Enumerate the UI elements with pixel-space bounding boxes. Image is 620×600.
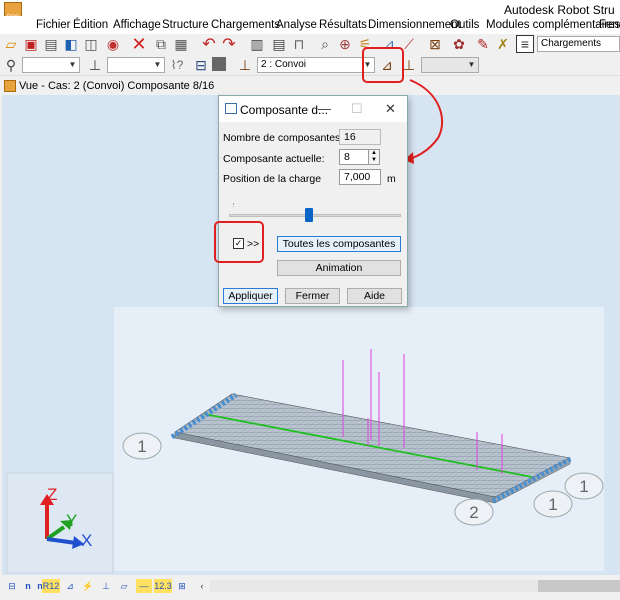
menu-structure[interactable]: Structure bbox=[162, 19, 209, 31]
component-spinner[interactable]: ▲ ▼ bbox=[368, 149, 380, 165]
close-button[interactable]: Fermer bbox=[285, 288, 340, 304]
menu-chargements[interactable]: Chargements bbox=[211, 19, 280, 31]
selection-toolbar: ⚲ ▼ ⊥ ▼ ⌇? ⊟ ⊥ 2 : Convoi ▼ ⊿ ⊥ ▼ bbox=[0, 54, 620, 76]
annotation-box-checkbox bbox=[214, 221, 264, 263]
menu-analyse[interactable]: Analyse bbox=[276, 19, 317, 31]
sections-icon[interactable]: ⊥ bbox=[98, 579, 114, 593]
screen-capture-icon[interactable]: ◉ bbox=[104, 35, 122, 53]
delete-icon[interactable]: ✕ bbox=[130, 34, 148, 54]
current-component-label: Composante actuelle: bbox=[223, 153, 325, 165]
component-slider[interactable] bbox=[229, 214, 401, 217]
undo-icon[interactable]: ↶ bbox=[200, 35, 218, 53]
bar-select-icon[interactable]: ⊥ bbox=[86, 56, 104, 74]
zoom-icon[interactable]: ⌕ bbox=[316, 35, 334, 53]
dialog-titlebar[interactable]: Composante d... — ☐ ✕ bbox=[219, 96, 407, 122]
nb-components-label: Nombre de composantes: bbox=[223, 132, 344, 144]
help-button[interactable]: Aide bbox=[347, 288, 402, 304]
component-dialog: Composante d... — ☐ ✕ Nombre de composan… bbox=[218, 95, 408, 307]
bar-selection-combo[interactable]: ▼ bbox=[107, 57, 165, 73]
chevron-down-icon: ▼ bbox=[153, 60, 162, 69]
menu-edition[interactable]: Édition bbox=[73, 19, 108, 31]
view-title-bar: Vue - Cas: 2 (Convoi) Composante 8/16 bbox=[0, 78, 620, 94]
copy-icon[interactable]: ⧉ bbox=[152, 35, 170, 53]
slider-thumb[interactable] bbox=[305, 208, 313, 222]
section-icon[interactable]: ⊠ bbox=[426, 35, 444, 53]
open-icon[interactable]: ◧ bbox=[62, 35, 80, 53]
load-position-value: 7,000 bbox=[344, 171, 371, 183]
load-case-value: 2 : Convoi bbox=[261, 59, 307, 70]
current-component-value: 8 bbox=[344, 151, 350, 163]
view-title: Vue - Cas: 2 (Convoi) Composante 8/16 bbox=[19, 80, 215, 92]
maximize-icon[interactable]: ☐ bbox=[351, 101, 363, 117]
menu-dimensionnement[interactable]: Dimensionnement bbox=[368, 19, 461, 31]
settings-icon[interactable]: ✿ bbox=[450, 35, 468, 53]
chevron-down-icon: ▼ bbox=[467, 60, 476, 69]
minimize-icon[interactable]: — bbox=[318, 101, 331, 116]
edit-icon[interactable]: ✎ bbox=[474, 35, 492, 53]
scroll-left-icon[interactable]: ‹ bbox=[194, 579, 210, 593]
section-num-icon[interactable]: R12 bbox=[42, 579, 60, 593]
menu-outils[interactable]: Outils bbox=[450, 19, 479, 31]
redo-icon[interactable]: ↷ bbox=[220, 35, 238, 53]
viewport-render-area bbox=[114, 307, 604, 571]
nb-components-value: 16 bbox=[344, 131, 356, 143]
color-icon[interactable] bbox=[212, 57, 226, 71]
values-icon[interactable]: 12.3 bbox=[154, 579, 172, 593]
view-icon[interactable]: ⊟ bbox=[192, 56, 210, 74]
loads-display-icon[interactable]: ⚡ bbox=[80, 579, 96, 593]
app-title: Autodesk Robot Stru bbox=[504, 3, 615, 17]
all-components-button[interactable]: Toutes les composantes bbox=[277, 236, 401, 252]
new-icon[interactable]: ▱ bbox=[2, 35, 20, 53]
load-position-label: Position de la charge bbox=[223, 173, 322, 185]
view-2d-icon[interactable]: ⊟ bbox=[4, 579, 20, 593]
grid-icon[interactable]: ⊞ bbox=[174, 579, 190, 593]
position-unit: m bbox=[387, 173, 396, 185]
tables-icon[interactable]: ▥ bbox=[248, 35, 266, 53]
menu-fenetre[interactable]: Fenê bbox=[599, 19, 620, 31]
view-icon bbox=[4, 80, 16, 92]
main-toolbar: ▱ ▣ ▤ ◧ ◫ ◉ ✕ ⧉ ▦ ↶ ↷ ▥ ▤ ⊓ ⌕ ⊕ ⚟ ⊿ ⟋ ⊠ … bbox=[0, 34, 620, 54]
scrollbar-thumb[interactable] bbox=[538, 580, 620, 592]
load-case-icon[interactable]: ⊥ bbox=[236, 56, 254, 74]
horizontal-scrollbar[interactable] bbox=[210, 580, 620, 592]
layout-combo-value: Chargements bbox=[541, 38, 602, 49]
node-selection-combo[interactable]: ▼ bbox=[22, 57, 80, 73]
menu-fichier[interactable]: Fichier bbox=[36, 19, 71, 31]
load-case-combo[interactable]: 2 : Convoi ▼ bbox=[257, 57, 375, 73]
menu-bar: Fichier Édition Affichage Structure Char… bbox=[0, 16, 620, 34]
panels-icon[interactable]: ▱ bbox=[116, 579, 132, 593]
deformation-icon[interactable]: — bbox=[136, 579, 152, 593]
current-component-field[interactable]: 8 bbox=[339, 149, 369, 165]
layout-combo[interactable]: Chargements bbox=[537, 36, 620, 52]
load-position-field[interactable]: 7,000 bbox=[339, 169, 381, 185]
animation-button[interactable]: Animation bbox=[277, 260, 401, 276]
annotation-box-toolbar bbox=[362, 47, 404, 83]
supports-icon[interactable]: ⊿ bbox=[62, 579, 78, 593]
print-icon[interactable]: ▤ bbox=[42, 35, 60, 53]
dialog-title: Composante d... bbox=[240, 103, 329, 117]
layout-icon[interactable]: ✗ bbox=[494, 35, 512, 53]
save-icon[interactable]: ▣ bbox=[22, 35, 40, 53]
calc-icon[interactable]: ▤ bbox=[270, 35, 288, 53]
chart-icon bbox=[225, 103, 237, 114]
layout-selector-icon[interactable]: ≡ bbox=[516, 35, 534, 53]
component-combo[interactable]: ▼ bbox=[421, 57, 479, 73]
zoom-all-icon[interactable]: ⊕ bbox=[336, 35, 354, 53]
apply-button[interactable]: Appliquer bbox=[223, 288, 278, 304]
slider-ticks bbox=[233, 203, 399, 207]
print-preview-icon[interactable]: ◫ bbox=[82, 35, 100, 53]
paste-icon[interactable]: ▦ bbox=[172, 35, 190, 53]
query-icon[interactable]: ⌇? bbox=[168, 56, 186, 74]
nb-components-field: 16 bbox=[339, 129, 381, 145]
node-select-icon[interactable]: ⚲ bbox=[2, 56, 20, 74]
chevron-down-icon: ▼ bbox=[68, 60, 77, 69]
menu-resultats[interactable]: Résultats bbox=[319, 19, 367, 31]
menu-affichage[interactable]: Affichage bbox=[113, 19, 161, 31]
close-icon[interactable]: ✕ bbox=[385, 101, 396, 117]
lock-icon[interactable]: ⊓ bbox=[290, 35, 308, 53]
